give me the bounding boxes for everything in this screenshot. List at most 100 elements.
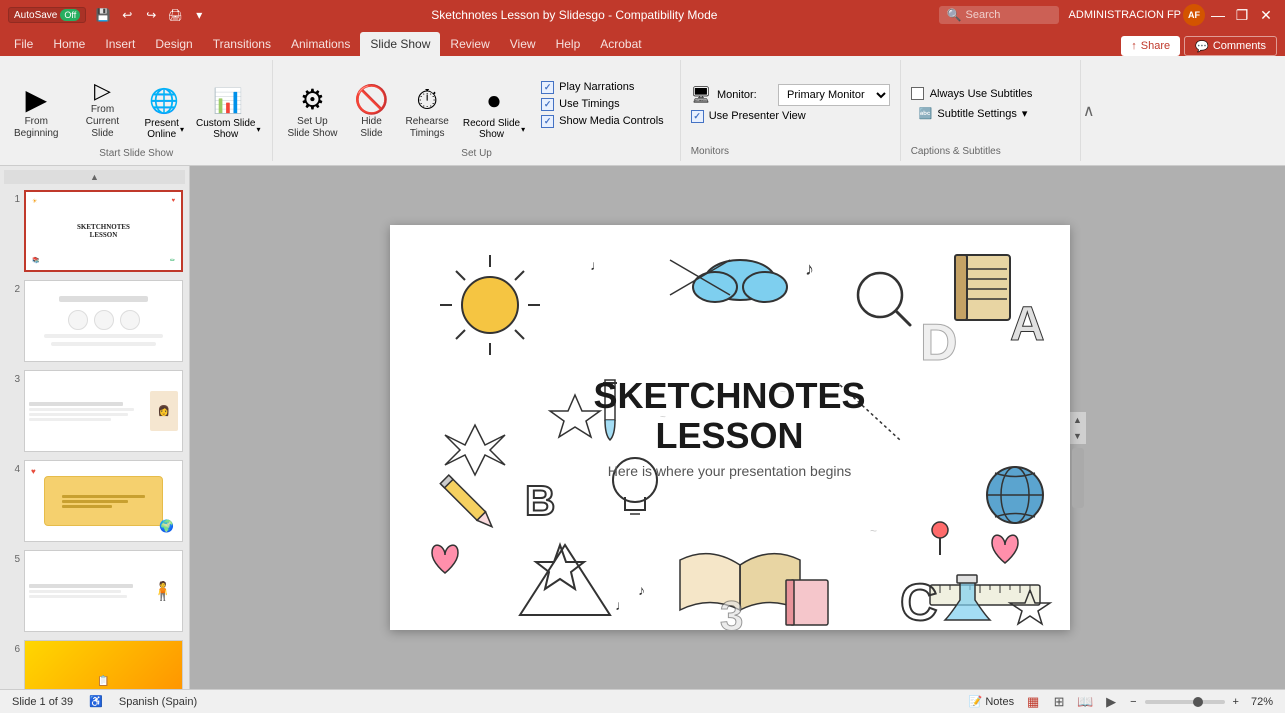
avatar[interactable]: AF [1183,4,1205,26]
show-media-controls-checkbox[interactable]: Show Media Controls [541,115,664,128]
document-title: Sketchnotes Lesson by Slidesgo - Compati… [431,8,717,22]
tab-acrobat[interactable]: Acrobat [590,32,651,56]
always-use-subtitles-box[interactable] [911,87,924,100]
slide-thumb-2[interactable]: 2 [4,278,185,364]
ribbon-collapse-button[interactable]: ∧ [1081,60,1097,161]
slide-thumb-1[interactable]: 1 SKETCHNOTESLESSON ☀ ♥ 📚 ✏ [4,188,185,274]
record-slide-show-button[interactable]: ⏺ Record SlideShow ▾ [459,64,529,144]
status-left: Slide 1 of 39 ♿ Spanish (Spain) [8,693,957,710]
slide-preview-2 [24,280,183,362]
tab-home[interactable]: Home [43,32,95,56]
minimize-button[interactable]: — [1207,4,1229,26]
hide-slide-icon: 🚫 [354,86,389,114]
always-use-subtitles-row: Always Use Subtitles [911,87,1070,100]
share-button[interactable]: ↑ Share [1121,36,1180,56]
slide-sorter-button[interactable]: ⊞ [1048,693,1070,711]
svg-text:~: ~ [870,524,877,538]
comments-button[interactable]: 💬 Comments [1184,36,1277,56]
slide-thumb-5[interactable]: 5 🧍 [4,548,185,634]
use-timings-box [541,98,554,111]
slide-main-title: SKETCHNOTESLESSON [593,376,865,455]
slide-thumb-6[interactable]: 6 📋 [4,638,185,689]
tab-file[interactable]: File [4,32,43,56]
play-narrations-label: Play Narrations [559,81,634,93]
present-online-button[interactable]: 🌐 PresentOnline ▾ [140,64,187,144]
slide-panel-scroll-up[interactable]: ▲ [4,170,185,184]
monitor-row: 🖥 Monitor: Primary Monitor [691,84,890,106]
close-button[interactable]: ✕ [1255,4,1277,26]
slide-panel: ▲ 1 SKETCHNOTESLESSON ☀ ♥ 📚 ✏ [0,166,190,689]
set-up-slide-show-button[interactable]: ⚙ Set UpSlide Show [281,64,343,144]
subtitle-settings-button[interactable]: 🔤 Subtitle Settings ▾ [911,104,1070,123]
slide-info-button[interactable]: Slide 1 of 39 [8,694,77,710]
start-slideshow-label: Start Slide Show [99,148,173,159]
search-box[interactable]: 🔍 [939,6,1059,24]
ribbon-group-setup: ⚙ Set UpSlide Show 🚫 HideSlide ⏱ Rehears… [273,60,680,161]
record-icon: ⏺ [488,88,500,116]
zoom-out-button[interactable]: − [1126,694,1140,710]
normal-view-button[interactable]: ▦ [1022,693,1044,711]
main-slide: ♪ ♩ A [390,225,1070,630]
main-area: ▲ 1 SKETCHNOTESLESSON ☀ ♥ 📚 ✏ [0,166,1285,689]
custom-slide-show-button[interactable]: 📊 Custom SlideShow ▾ [192,64,264,144]
slide-preview-4: 🌍 ♥ [24,460,183,542]
undo-button[interactable]: ↩ [116,4,138,26]
ribbon: ▶ FromBeginning ▷ FromCurrent Slide 🌐 Pr… [0,56,1285,166]
zoom-level-button[interactable]: 72% [1247,694,1277,710]
print-button[interactable]: 🖨 [164,4,186,26]
slideshow-view-button[interactable]: ▶ [1100,693,1122,711]
slide-thumb-3[interactable]: 3 👩 [4,368,185,454]
scroll-down-arrow[interactable]: ▼ [1070,428,1086,444]
tab-insert[interactable]: Insert [95,32,145,56]
slide-info-label: Slide 1 of 39 [12,696,73,708]
zoom-slider[interactable] [1145,700,1225,704]
monitor-select[interactable]: Primary Monitor [778,84,890,106]
autosave-badge[interactable]: AutoSave Off [8,7,86,23]
tab-design[interactable]: Design [145,32,202,56]
tab-view[interactable]: View [500,32,546,56]
svg-text:D: D [920,314,958,372]
save-button[interactable]: 💾 [92,4,114,26]
setup-checkboxes: Play Narrations Use Timings Show Media C… [533,64,672,144]
ribbon-group-start-slideshow: ▶ FromBeginning ▷ FromCurrent Slide 🌐 Pr… [0,60,273,161]
more-button[interactable]: ▾ [188,4,210,26]
notes-button[interactable]: 📝 Notes [965,693,1018,710]
language-button[interactable]: Spanish (Spain) [115,694,201,710]
slide-preview-5: 🧍 [24,550,183,632]
show-media-label: Show Media Controls [559,115,664,127]
zoom-in-button[interactable]: + [1229,694,1243,710]
from-beginning-button[interactable]: ▶ FromBeginning [8,64,64,144]
search-icon: 🔍 [947,8,962,22]
scroll-up-arrow[interactable]: ▲ [1070,412,1086,428]
monitor-icon: 🖥 [691,85,711,105]
slide-scrollbar: ▲ ▼ [1070,412,1086,444]
play-narrations-box [541,81,554,94]
tab-animations[interactable]: Animations [281,32,360,56]
slide-view: ♪ ♩ A [190,166,1285,689]
setup-label: Set Up [461,148,492,159]
accessibility-button[interactable]: ♿ [85,693,107,710]
slide-subtitle: Here is where your presentation begins [593,463,865,479]
title-bar-left: AutoSave Off 💾 ↩ ↪ 🖨 ▾ [8,4,210,26]
admin-label: ADMINISTRACION FP [1069,9,1181,21]
presenter-view-box [691,110,704,123]
reading-view-button[interactable]: 📖 [1074,693,1096,711]
tab-slide-show[interactable]: Slide Show [360,32,440,56]
from-current-slide-button[interactable]: ▷ FromCurrent Slide [68,64,136,144]
setup-icon: ⚙ [300,86,325,114]
search-input[interactable] [966,9,1046,21]
tab-review[interactable]: Review [440,32,499,56]
slide-thumb-4[interactable]: 4 🌍 ♥ [4,458,185,544]
zoom-thumb [1193,697,1203,707]
play-narrations-checkbox[interactable]: Play Narrations [541,81,664,94]
tab-transitions[interactable]: Transitions [203,32,281,56]
restore-button[interactable]: ❐ [1231,4,1253,26]
redo-button[interactable]: ↪ [140,4,162,26]
tab-help[interactable]: Help [546,32,591,56]
use-timings-checkbox[interactable]: Use Timings [541,98,664,111]
hide-slide-button[interactable]: 🚫 HideSlide [347,64,395,144]
presenter-view-checkbox[interactable]: Use Presenter View [691,110,890,123]
title-bar-center: Sketchnotes Lesson by Slidesgo - Compati… [210,8,938,22]
rehearse-timings-button[interactable]: ⏱ RehearseTimings [399,64,454,144]
autosave-state: Off [60,9,80,21]
